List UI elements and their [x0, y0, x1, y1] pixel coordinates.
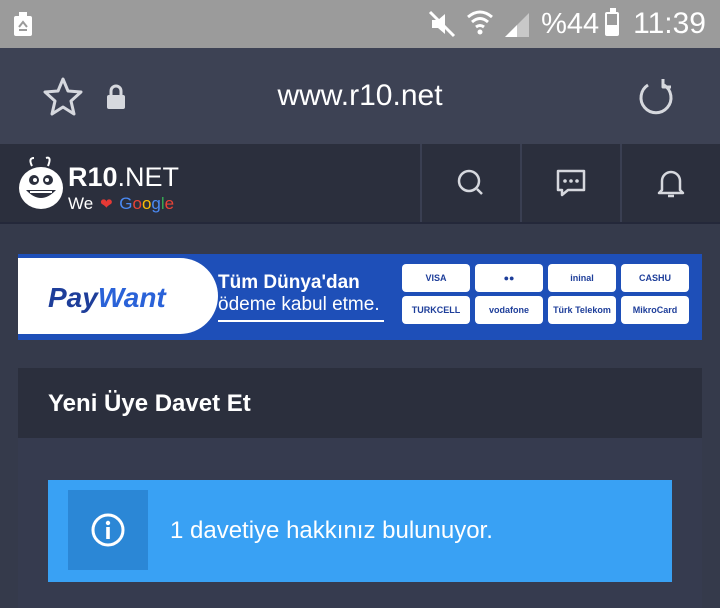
alert-icon-box [68, 490, 148, 570]
banner-headline: Tüm Dünya'dan [218, 272, 360, 293]
search-icon [457, 169, 483, 195]
site-header: R10.NET We ❤ Google [0, 144, 720, 224]
info-alert: 1 davetiye hakkınız bulunuyor. [48, 480, 672, 582]
messages-button[interactable] [520, 144, 620, 222]
payment-methods: VISA ●● ininal CASHU TURKCELL vodafone T… [402, 264, 689, 324]
logo-tagline: We ❤ Google [68, 194, 175, 213]
payment-mastercard: ●● [475, 264, 543, 292]
heart-icon: ❤ [99, 196, 113, 213]
panel-header: Yeni Üye Davet Et [18, 368, 702, 438]
alert-message: 1 davetiye hakkınız bulunuyor. [170, 517, 493, 544]
payment-turk-telekom: Türk Telekom [548, 296, 616, 324]
payment-visa: VISA [402, 264, 470, 292]
search-button[interactable] [420, 144, 520, 222]
payment-mikrocard: MikroCard [621, 296, 689, 324]
battery-icon [605, 8, 620, 36]
bell-icon [657, 170, 685, 198]
info-icon [91, 513, 125, 547]
status-bar: %44 11:39 [0, 0, 720, 48]
message-icon [556, 169, 586, 197]
signal-icon [505, 13, 530, 37]
site-logo[interactable]: R10.NET We ❤ Google [18, 150, 198, 216]
paywant-banner-ad[interactable]: PayWant Tüm Dünya'dan ödeme kabul etme. … [18, 254, 702, 340]
payment-cashu: CASHU [621, 264, 689, 292]
banner-logo-area: PayWant [18, 258, 218, 334]
battery-percent: %44 [541, 7, 600, 40]
mascot-logo-icon [19, 156, 63, 209]
reload-icon[interactable] [636, 77, 676, 117]
banner-underline [218, 320, 384, 322]
recycle-icon [14, 12, 32, 36]
browser-url-bar: www.r10.net [0, 48, 720, 144]
payment-ininal: ininal [548, 264, 616, 292]
mute-icon [429, 10, 456, 38]
wifi-icon [467, 10, 494, 35]
logo-title: R10.NET [68, 162, 180, 192]
notifications-button[interactable] [620, 144, 720, 222]
clock: 11:39 [633, 7, 706, 40]
paywant-logo: PayWant [48, 282, 166, 313]
banner-subline: ödeme kabul etme. [218, 294, 380, 315]
url-text[interactable]: www.r10.net [0, 79, 720, 113]
panel-body: 1 davetiye hakkınız bulunuyor. [18, 438, 702, 608]
page-title: Yeni Üye Davet Et [48, 390, 251, 417]
payment-vodafone: vodafone [475, 296, 543, 324]
payment-turkcell: TURKCELL [402, 296, 470, 324]
